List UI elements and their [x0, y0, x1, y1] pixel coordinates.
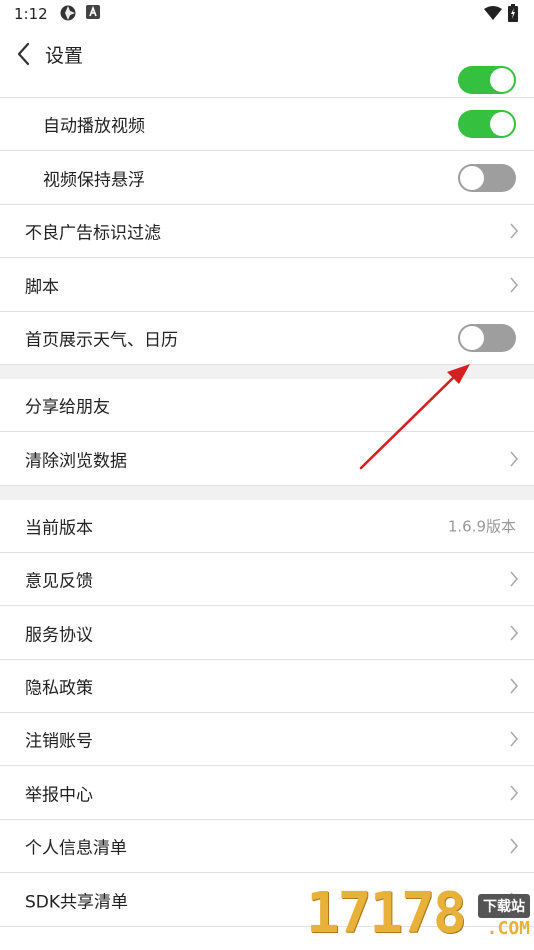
setting-version: 当前版本 1.6.9版本	[0, 500, 534, 553]
chevron-right-icon	[510, 571, 519, 587]
setting-label: 个人信息清单	[25, 838, 127, 859]
weather-calendar-toggle[interactable]	[458, 324, 516, 352]
chevron-left-icon	[17, 42, 30, 66]
video-float-toggle[interactable]	[458, 163, 516, 192]
setting-label: 不良广告标识过滤	[25, 223, 161, 244]
watermark-digits: 17178	[306, 881, 467, 946]
list-item-partial	[0, 66, 534, 98]
setting-label: 隐私政策	[25, 678, 93, 699]
setting-label: 注销账号	[25, 731, 93, 752]
watermark-tag: 下载站	[478, 894, 530, 918]
setting-label: 自动播放视频	[43, 116, 145, 137]
setting-label: SDK共享清单	[25, 892, 129, 912]
chevron-right-icon	[510, 624, 519, 641]
setting-feedback[interactable]: 意见反馈	[0, 553, 534, 606]
setting-personal-info-list[interactable]: 个人信息清单	[0, 820, 534, 873]
setting-label: 服务协议	[25, 625, 93, 645]
back-button[interactable]	[10, 38, 40, 70]
setting-label: 分享给朋友	[25, 397, 110, 418]
app-bar: 设置	[0, 28, 534, 80]
setting-label: 意见反馈	[25, 571, 93, 592]
chevron-right-icon	[510, 731, 519, 747]
watermark-domain: .COM	[486, 918, 530, 939]
chevron-right-icon	[510, 276, 519, 293]
section-divider	[0, 486, 534, 500]
chevron-right-icon	[510, 678, 519, 694]
watermark-logo: 17178 下载站 .COM	[306, 884, 532, 948]
setting-cancel-account[interactable]: 注销账号	[0, 713, 534, 766]
chevron-right-icon	[510, 838, 519, 854]
chevron-right-icon	[510, 450, 519, 467]
wifi-icon	[484, 6, 502, 25]
setting-video-float[interactable]: 视频保持悬浮	[0, 151, 534, 205]
chevron-right-icon	[510, 784, 519, 801]
autoplay-video-toggle[interactable]	[458, 110, 516, 138]
setting-label: 视频保持悬浮	[43, 170, 145, 190]
page-title: 设置	[45, 45, 84, 67]
notification-a-icon	[86, 5, 100, 23]
aperture-icon	[60, 5, 76, 25]
setting-label: 脚本	[25, 277, 59, 297]
version-value: 1.6.9版本	[447, 517, 516, 536]
setting-label: 首页展示天气、日历	[25, 330, 178, 351]
setting-label: 举报中心	[25, 785, 93, 805]
setting-weather-calendar[interactable]: 首页展示天气、日历	[0, 312, 534, 365]
setting-privacy-policy[interactable]: 隐私政策	[0, 660, 534, 713]
status-time: 1:12	[14, 5, 48, 23]
setting-label: 当前版本	[25, 518, 93, 539]
setting-report-center[interactable]: 举报中心	[0, 766, 534, 820]
setting-autoplay-video[interactable]: 自动播放视频	[0, 98, 534, 151]
annotation-arrow-icon	[359, 364, 470, 470]
setting-script[interactable]: 脚本	[0, 258, 534, 312]
partial-toggle[interactable]	[458, 66, 516, 94]
setting-service-agreement[interactable]: 服务协议	[0, 606, 534, 660]
status-bar: 1:12	[0, 0, 534, 28]
setting-ad-filter[interactable]: 不良广告标识过滤	[0, 205, 534, 258]
setting-label: 清除浏览数据	[25, 451, 127, 471]
battery-icon	[508, 4, 518, 26]
chevron-right-icon	[510, 223, 519, 239]
